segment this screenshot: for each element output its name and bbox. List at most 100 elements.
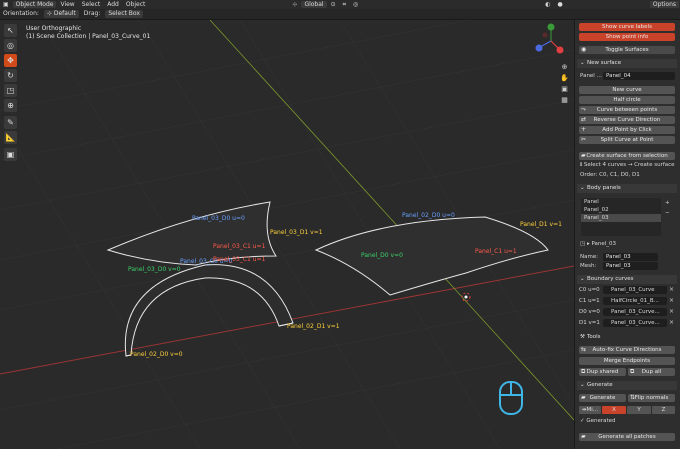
select-tool-icon[interactable]: ↖ <box>4 24 17 37</box>
boundary-row-d0[interactable]: D0 v=0 Panel_03_Curve... × <box>579 308 677 317</box>
menu-object[interactable]: Object <box>123 1 149 8</box>
flip-normals-button[interactable]: ⇅ Flip normals <box>628 394 675 402</box>
close-icon[interactable]: × <box>669 319 674 326</box>
duplicate-icon: ⧉ <box>581 368 586 375</box>
transform-orientation-dropdown[interactable]: Global <box>301 1 327 8</box>
mirror-toggle[interactable]: ⇹Mi... <box>579 406 601 414</box>
boundary-key: C0 u=0 <box>579 287 600 293</box>
pivot-icon[interactable]: ⊙ <box>328 1 339 8</box>
boundary-row-c1[interactable]: C1 u=1 HalfCircle_01_B... × <box>579 297 677 306</box>
show-point-info-button[interactable]: Show point info <box>579 33 675 41</box>
boundary-row-c0[interactable]: C0 u=0 Panel_03_Curve × <box>579 286 677 295</box>
axis-y-toggle[interactable]: Y <box>627 406 651 414</box>
options-button[interactable]: Options <box>649 1 679 8</box>
chevron-down-icon: ⌄ <box>580 276 585 282</box>
axis-x-toggle[interactable]: X <box>602 406 626 414</box>
reverse-curve-direction-label: Reverse Curve Direction <box>593 117 661 123</box>
move-tool-icon[interactable]: ✥ <box>4 54 17 67</box>
menu-select[interactable]: Select <box>79 1 104 8</box>
close-icon[interactable]: × <box>669 286 674 293</box>
generate-button[interactable]: ▰ Generate <box>579 394 626 402</box>
boundary-curve-field[interactable]: Panel_03_Curve... <box>603 319 667 327</box>
panel-name-field[interactable]: Panel_04 <box>603 72 675 80</box>
generate-section[interactable]: ⌄ Generate <box>577 381 677 390</box>
list-add-icon[interactable]: + <box>665 200 670 206</box>
boundary-row-d1[interactable]: D1 v=1 Panel_03_Curve... × <box>579 319 677 328</box>
mirror-label: Mi... <box>586 407 599 413</box>
list-remove-icon[interactable]: − <box>665 210 670 216</box>
tools-title: Tools <box>587 334 601 340</box>
add-point-by-click-button[interactable]: + Add Point by Click <box>579 126 675 134</box>
add-cube-tool-icon[interactable]: ▣ <box>4 148 17 161</box>
3d-cursor[interactable] <box>461 292 471 302</box>
menu-add[interactable]: Add <box>104 1 122 8</box>
new-surface-section[interactable]: ⌄ New surface <box>577 59 677 68</box>
boundary-curve-field[interactable]: Panel_03_Curve... <box>603 308 667 316</box>
generate-all-label: Generate all patches <box>598 434 656 440</box>
transform-tool-icon[interactable]: ⊕ <box>4 99 17 112</box>
cursor-tool-icon[interactable]: ◎ <box>4 39 17 52</box>
grid-view-icon[interactable]: ▦ <box>560 96 569 105</box>
tools-section[interactable]: ⚒ Tools <box>577 333 677 342</box>
half-circle-arch[interactable] <box>124 264 294 357</box>
zoom-icon[interactable]: ⊕ <box>560 63 569 72</box>
dup-shared-button[interactable]: ⧉ Dup shared <box>579 368 626 376</box>
shading-icon[interactable]: ● <box>555 1 566 8</box>
transform-orientation-icon[interactable]: ⊹ <box>289 1 300 8</box>
wrench-icon: ⚒ <box>580 334 585 340</box>
proportional-icon[interactable]: ◎ <box>350 1 361 8</box>
drag-dropdown[interactable]: Select Box <box>105 10 143 18</box>
name-field[interactable]: Panel_03 <box>603 253 658 261</box>
show-curve-labels-button[interactable]: Show curve labels <box>579 23 675 31</box>
close-icon[interactable]: × <box>669 308 674 315</box>
dup-all-label: Dup all <box>641 369 662 375</box>
snap-icon[interactable]: ⌗ <box>340 1 349 8</box>
3d-viewport[interactable]: User Orthographic (1) Scene Collection |… <box>0 20 574 449</box>
list-item[interactable]: Panel_02 <box>581 206 661 214</box>
panels-list[interactable]: Panel Panel_02 Panel_03 <box>581 198 661 236</box>
split-curve-at-point-button[interactable]: ✂ Split Curve at Point <box>579 136 675 144</box>
menu-view[interactable]: View <box>57 1 77 8</box>
toggle-surfaces-button[interactable]: ◉ Toggle Surfaces <box>579 46 675 54</box>
pan-hand-icon[interactable]: ✋ <box>560 74 569 83</box>
half-circle-button[interactable]: Half circle <box>579 96 675 104</box>
generate-all-patches-button[interactable]: ▰ Generate all patches <box>579 433 675 441</box>
active-panel-name: Panel_03 <box>591 241 617 247</box>
chevron-down-icon: ⌄ <box>580 60 585 66</box>
dup-shared-label: Dup shared <box>586 369 619 375</box>
dup-all-button[interactable]: ⧉ Dup all <box>628 368 675 376</box>
orientation-dropdown[interactable]: ⊹ Default <box>43 10 79 18</box>
curve-label: Panel_03_D0 u=0 <box>192 215 245 222</box>
curve-label: Panel_C1 u=1 <box>475 248 517 255</box>
split-curve-at-point-label: Split Curve at Point <box>600 137 654 143</box>
create-surface-from-selection-button[interactable]: ▰ Create surface from selection <box>579 152 675 160</box>
close-icon[interactable]: × <box>669 297 674 304</box>
measure-tool-icon[interactable]: 📐 <box>4 131 17 144</box>
boundary-curves-section[interactable]: ⌄ Boundary curves <box>577 275 677 284</box>
camera-icon[interactable]: ▣ <box>560 85 569 94</box>
reverse-curve-direction-button[interactable]: ⇄ Reverse Curve Direction <box>579 116 675 124</box>
select-hint-text: Select 4 curves → Create surface <box>583 162 675 168</box>
boundary-curve-field[interactable]: HalfCircle_01_B... <box>603 297 667 305</box>
curve-between-points-button[interactable]: ⤳ Curve between points <box>579 106 675 114</box>
merge-endpoints-button[interactable]: Merge Endpoints <box>579 357 675 365</box>
curve-label: Panel_03_D1 v=1 <box>270 229 323 236</box>
panel-02-surface[interactable] <box>314 216 549 296</box>
editor-type-icon[interactable]: ▣ <box>0 1 12 8</box>
boundary-curve-field[interactable]: Panel_03_Curve <box>603 286 667 294</box>
auto-fix-curve-directions-button[interactable]: ⇆ Auto-fix Curve Directions <box>579 346 675 354</box>
flip-normals-label: Flip normals <box>634 395 669 401</box>
create-surface-label: Create surface from selection <box>586 153 668 159</box>
mesh-field[interactable]: Panel_03 <box>603 262 658 270</box>
list-item[interactable]: Panel_03 <box>581 214 661 222</box>
axis-z-toggle[interactable]: Z <box>652 406 675 414</box>
body-panels-section[interactable]: ⌄ Body panels <box>577 184 677 193</box>
navigation-gizmo[interactable] <box>535 23 564 54</box>
new-curve-button[interactable]: New curve <box>579 86 675 94</box>
scale-tool-icon[interactable]: ◳ <box>4 84 17 97</box>
rotate-tool-icon[interactable]: ↻ <box>4 69 17 82</box>
list-item[interactable]: Panel <box>581 198 661 206</box>
annotate-tool-icon[interactable]: ✎ <box>4 116 17 129</box>
mode-dropdown[interactable]: Object Mode <box>12 1 57 8</box>
overlay-icon[interactable]: ◐ <box>542 1 553 8</box>
